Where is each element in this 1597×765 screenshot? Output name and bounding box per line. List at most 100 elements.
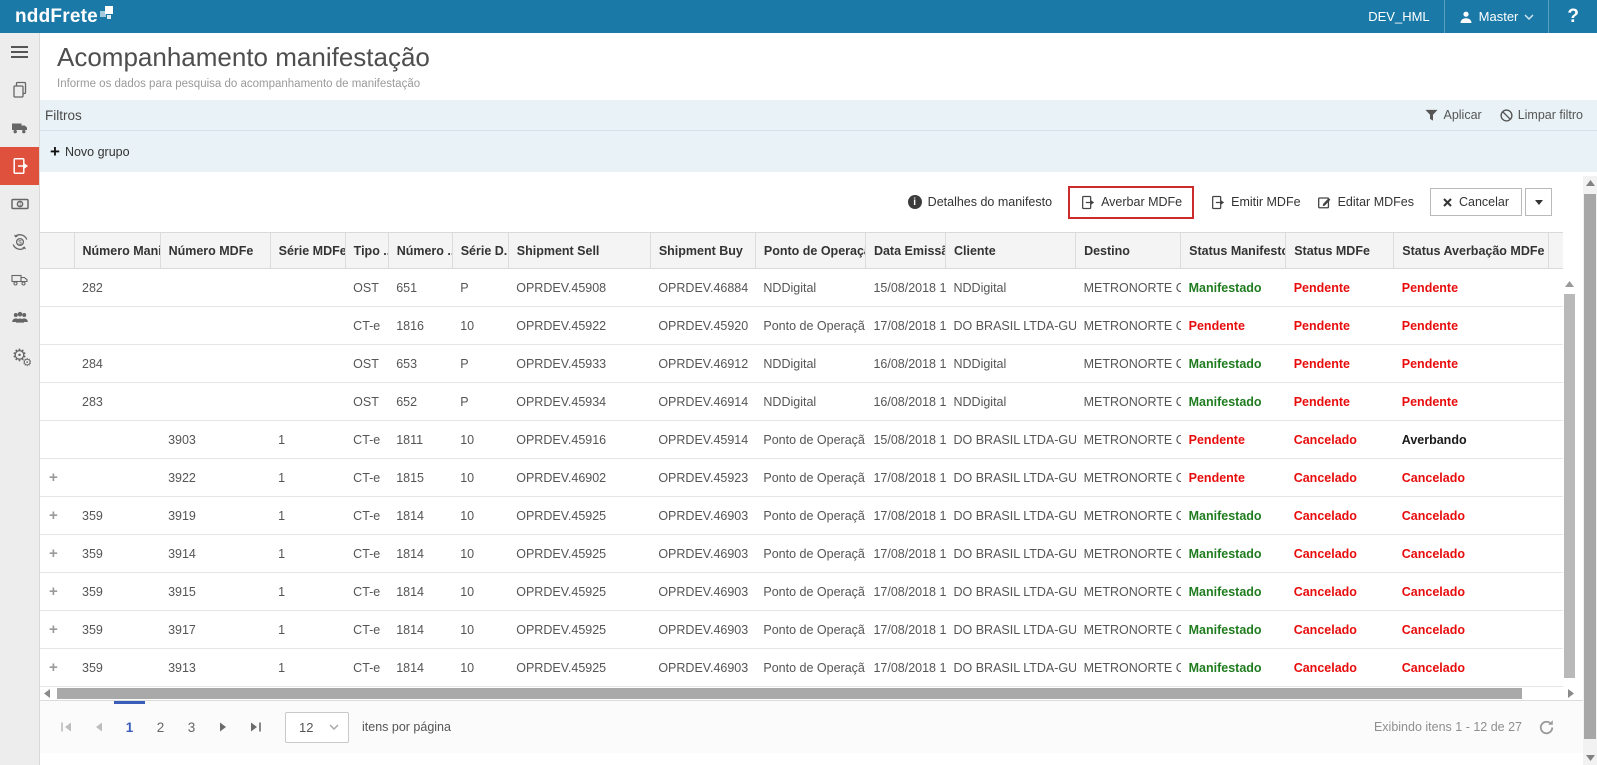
- pager-bar: 123 12 itens por página Exibindo itens 1…: [40, 700, 1583, 753]
- sidebar-toggle-button[interactable]: [0, 33, 39, 71]
- expand-row-icon[interactable]: +: [40, 573, 74, 611]
- cell-numero-mani: 359: [74, 573, 160, 611]
- expand-row-icon[interactable]: +: [40, 459, 74, 497]
- column-header-numero[interactable]: Número ...: [388, 233, 452, 269]
- cell-ponto-operacao: NDDigital: [755, 345, 865, 383]
- column-header-tipo[interactable]: Tipo ...: [345, 233, 388, 269]
- averbar-mdfe-button[interactable]: Averbar MDFe: [1080, 195, 1182, 210]
- sidebar-item-transport[interactable]: [0, 109, 39, 147]
- page-scrollbar[interactable]: [1583, 176, 1597, 765]
- cell-status-manifesto: Manifestado: [1181, 383, 1286, 421]
- horizontal-scrollbar[interactable]: [40, 686, 1578, 700]
- column-header-shipment-sell[interactable]: Shipment Sell: [508, 233, 650, 269]
- column-header-shipment-buy[interactable]: Shipment Buy: [650, 233, 755, 269]
- cancelar-button[interactable]: Cancelar: [1430, 188, 1522, 216]
- clear-filter-button[interactable]: Limpar filtro: [1500, 108, 1583, 122]
- column-header-serie-d[interactable]: Série D...: [452, 233, 508, 269]
- cell-numero-mdfe: [160, 383, 270, 421]
- expand-row-icon[interactable]: +: [40, 611, 74, 649]
- cancelar-dropdown-button[interactable]: [1525, 188, 1552, 216]
- page-button-1[interactable]: 1: [114, 701, 145, 753]
- column-header-ponto-operacao[interactable]: Ponto de Operação: [755, 233, 865, 269]
- manifest-details-button[interactable]: i Detalhes do manifesto: [908, 195, 1052, 209]
- sidebar-item-financial[interactable]: $: [0, 223, 39, 261]
- table-row[interactable]: +35939191CT-e181410OPRDEV.45925OPRDEV.46…: [40, 497, 1563, 535]
- expand-row-icon[interactable]: +: [40, 649, 74, 687]
- filler-cell: [1549, 649, 1563, 687]
- filler-column-header: [1549, 233, 1563, 269]
- cell-numero: 1814: [388, 611, 452, 649]
- first-page-button[interactable]: [50, 701, 82, 753]
- sidebar-item-billing[interactable]: 1: [0, 185, 39, 223]
- column-header-status-averbacao-mdfe[interactable]: Status Averbação MDFe↑: [1394, 233, 1549, 269]
- column-header-numero-mani[interactable]: Número Mani...: [74, 233, 160, 269]
- grid-scrollbar-thumb[interactable]: [1564, 294, 1575, 678]
- cell-tipo: CT-e: [345, 649, 388, 687]
- table-row[interactable]: 282OST651POPRDEV.45908OPRDEV.46884NDDigi…: [40, 269, 1563, 307]
- cell-status-averbacao-mdfe: Cancelado: [1394, 649, 1549, 687]
- user-name: Master: [1479, 9, 1519, 24]
- grid-vertical-scrollbar[interactable]: [1563, 278, 1576, 684]
- column-header-destino[interactable]: Destino: [1076, 233, 1181, 269]
- table-row[interactable]: 284OST653POPRDEV.45933OPRDEV.46912NDDigi…: [40, 345, 1563, 383]
- expand-cell: [40, 269, 74, 307]
- cell-serie-d: 10: [452, 459, 508, 497]
- cell-status-manifesto: Manifestado: [1181, 573, 1286, 611]
- cell-ponto-operacao: Ponto de Operação ...: [755, 421, 865, 459]
- cell-numero: 1814: [388, 497, 452, 535]
- table-row[interactable]: +35939171CT-e181410OPRDEV.45925OPRDEV.46…: [40, 611, 1563, 649]
- cell-data-emissao: 16/08/2018 1...: [865, 383, 945, 421]
- table-row[interactable]: 283OST652POPRDEV.45934OPRDEV.46914NDDigi…: [40, 383, 1563, 421]
- horizontal-scrollbar-thumb[interactable]: [57, 688, 1522, 699]
- column-header-numero-mdfe[interactable]: Número MDFe: [160, 233, 270, 269]
- column-header-cliente[interactable]: Cliente: [946, 233, 1076, 269]
- horizontal-scrollbar-track[interactable]: [54, 688, 1564, 699]
- table-row[interactable]: 39031CT-e181110OPRDEV.45916OPRDEV.45914P…: [40, 421, 1563, 459]
- page-button-3[interactable]: 3: [176, 701, 207, 753]
- expand-row-icon[interactable]: +: [40, 497, 74, 535]
- table-row[interactable]: +39221CT-e181510OPRDEV.46902OPRDEV.45923…: [40, 459, 1563, 497]
- help-button[interactable]: ?: [1549, 0, 1597, 33]
- cell-shipment-sell: OPRDEV.45925: [508, 611, 650, 649]
- editar-mdfes-button[interactable]: Editar MDFes: [1317, 195, 1414, 210]
- scroll-up-arrow-icon[interactable]: [1583, 176, 1597, 190]
- sidebar-item-freight[interactable]: [0, 261, 39, 299]
- page-scrollbar-thumb[interactable]: [1584, 194, 1596, 739]
- refresh-icon[interactable]: [1538, 719, 1555, 736]
- new-filter-group-button[interactable]: + Novo grupo: [50, 143, 130, 160]
- sidebar-item-users[interactable]: [0, 299, 39, 337]
- documents-icon: [11, 81, 29, 99]
- previous-page-button[interactable]: [82, 701, 114, 753]
- cell-status-mdfe: Cancelado: [1286, 649, 1394, 687]
- table-row[interactable]: CT-e181610OPRDEV.45922OPRDEV.45920Ponto …: [40, 307, 1563, 345]
- cell-data-emissao: 17/08/2018 1...: [865, 573, 945, 611]
- cell-status-averbacao-mdfe: Pendente: [1394, 269, 1549, 307]
- scroll-up-arrow-icon[interactable]: [1563, 278, 1576, 290]
- column-header-status-manifesto[interactable]: Status Manifesto: [1181, 233, 1286, 269]
- sidebar-item-settings[interactable]: ⚙⚙: [0, 337, 39, 375]
- cell-status-manifesto: Manifestado: [1181, 611, 1286, 649]
- scroll-left-arrow-icon[interactable]: [40, 689, 54, 698]
- scroll-down-arrow-icon[interactable]: [1583, 751, 1597, 765]
- table-row[interactable]: +35939151CT-e181410OPRDEV.45925OPRDEV.46…: [40, 573, 1563, 611]
- column-header-status-mdfe[interactable]: Status MDFe: [1286, 233, 1394, 269]
- emitir-mdfe-button[interactable]: Emitir MDFe: [1210, 195, 1300, 210]
- chevron-down-icon: [329, 724, 339, 730]
- cell-shipment-buy: OPRDEV.46884: [650, 269, 755, 307]
- page-button-2[interactable]: 2: [145, 701, 176, 753]
- last-page-button[interactable]: [239, 701, 271, 753]
- apply-filter-button[interactable]: Aplicar: [1425, 108, 1481, 122]
- sidebar-item-manifestation[interactable]: [0, 147, 39, 185]
- next-page-button[interactable]: [207, 701, 239, 753]
- table-row[interactable]: +35939131CT-e181410OPRDEV.45925OPRDEV.46…: [40, 649, 1563, 687]
- expand-row-icon[interactable]: +: [40, 535, 74, 573]
- cell-serie-d: 10: [452, 611, 508, 649]
- column-header-data-emissao[interactable]: Data Emissã...: [865, 233, 945, 269]
- scroll-right-arrow-icon[interactable]: [1564, 689, 1578, 698]
- page-size-select[interactable]: 12: [285, 712, 349, 743]
- user-menu[interactable]: Master: [1445, 0, 1549, 33]
- table-row[interactable]: +35939141CT-e181410OPRDEV.45925OPRDEV.46…: [40, 535, 1563, 573]
- export-document-icon: [1210, 195, 1225, 210]
- sidebar-item-documents[interactable]: [0, 71, 39, 109]
- column-header-serie-mdfe[interactable]: Série MDFe: [270, 233, 345, 269]
